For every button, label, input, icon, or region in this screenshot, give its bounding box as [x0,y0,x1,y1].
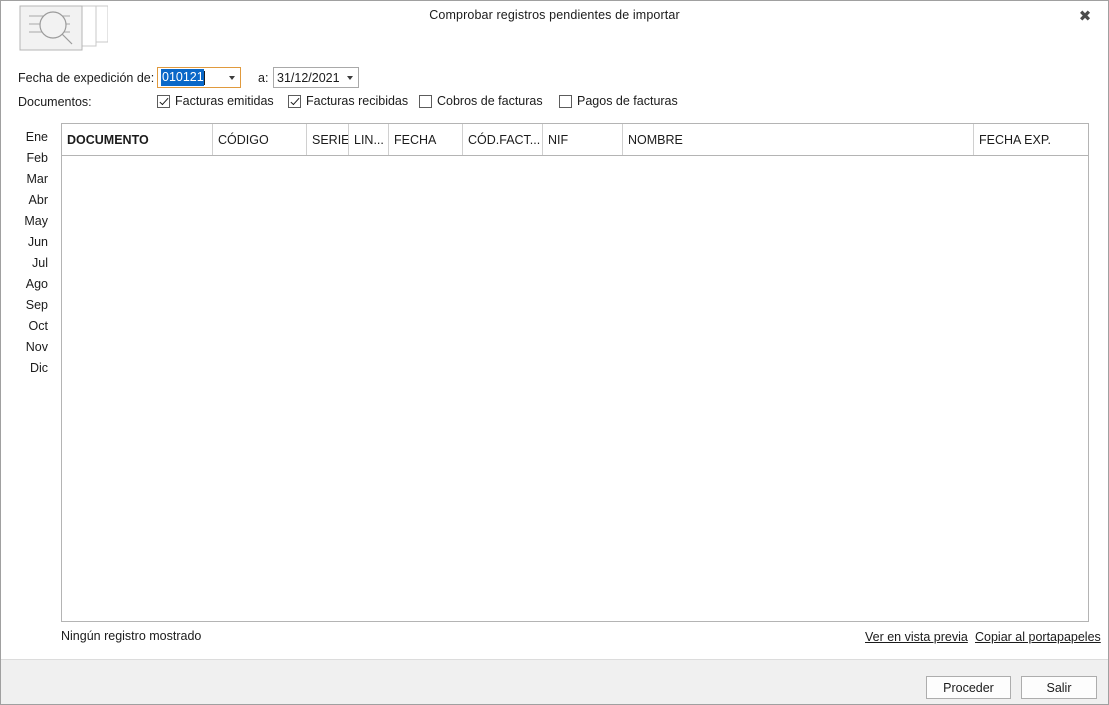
grid-column-header[interactable]: NOMBRE [623,124,974,155]
month-item-dic[interactable]: Dic [11,358,53,379]
checkbox-cobros-de-facturas[interactable]: Cobros de facturas [419,94,543,108]
month-item-sep[interactable]: Sep [11,295,53,316]
month-item-jul[interactable]: Jul [11,253,53,274]
month-item-oct[interactable]: Oct [11,316,53,337]
chevron-down-icon [346,75,353,80]
text-caret [203,70,205,85]
documents-label: Documentos: [18,95,92,109]
grid-column-header[interactable]: DOCUMENTO [62,124,213,155]
month-selector[interactable]: Ene Feb Mar Abr May Jun Jul Ago Sep Oct … [11,127,53,379]
month-item-may[interactable]: May [11,211,53,232]
grid-column-header[interactable]: LIN... [349,124,389,155]
month-item-ene[interactable]: Ene [11,127,53,148]
date-to-label: a: [258,71,269,85]
grid-column-header[interactable]: CÓDIGO [213,124,307,155]
month-item-feb[interactable]: Feb [11,148,53,169]
page-title: Comprobar registros pendientes de import… [429,8,680,22]
copy-to-clipboard-link[interactable]: Copiar al portapapeles [975,630,1101,644]
grid-column-header[interactable]: FECHA [389,124,463,155]
grid-column-header[interactable]: FECHA EXP. [974,124,1088,155]
checkbox-label: Facturas recibidas [306,94,409,108]
grid-column-header[interactable]: SERIE [307,124,349,155]
checkbox-label: Cobros de facturas [437,94,543,108]
chevron-down-icon [228,75,235,80]
date-range-label: Fecha de expedición de: [18,71,155,85]
title-bar: Comprobar registros pendientes de import… [1,1,1108,59]
records-grid[interactable]: DOCUMENTO CÓDIGO SERIE LIN... FECHA CÓD.FACT.… [61,123,1089,622]
date-from-input[interactable]: 010121 [158,68,222,87]
date-to-input[interactable]: 31/12/2021 [274,68,340,87]
checkbox-box[interactable] [288,94,301,108]
grid-column-header[interactable]: CÓD.FACT... [463,124,543,155]
grid-header-row: DOCUMENTO CÓDIGO SERIE LIN... FECHA CÓD.FACT.… [62,124,1088,156]
checkbox-facturas-recibidas[interactable]: Facturas recibidas [288,94,408,108]
checkbox-label: Pagos de facturas [577,94,678,108]
month-item-ago[interactable]: Ago [11,274,53,295]
checkbox-box[interactable] [559,94,572,108]
month-item-jun[interactable]: Jun [11,232,53,253]
close-button[interactable]: ✖ [1062,1,1108,31]
grid-body[interactable] [62,156,1088,621]
proceed-button[interactable]: Proceder [926,676,1011,699]
checkbox-label: Facturas emitidas [175,94,274,108]
month-item-abr[interactable]: Abr [11,190,53,211]
date-to-combo[interactable]: 31/12/2021 [273,67,359,88]
checkbox-box[interactable] [157,94,170,108]
checkbox-pagos-de-facturas[interactable]: Pagos de facturas [559,94,678,108]
date-from-value: 010121 [161,69,204,86]
exit-button[interactable]: Salir [1021,676,1097,699]
date-from-combo[interactable]: 010121 [157,67,241,88]
checkbox-facturas-emitidas[interactable]: Facturas emitidas [157,94,274,108]
dialog-footer: Proceder Salir [1,659,1108,704]
date-from-dropdown-button[interactable] [222,68,240,87]
month-item-nov[interactable]: Nov [11,337,53,358]
close-icon: ✖ [1078,6,1092,25]
preview-link[interactable]: Ver en vista previa [865,630,968,644]
month-item-mar[interactable]: Mar [11,169,53,190]
checkbox-box[interactable] [419,94,432,108]
status-text: Ningún registro mostrado [61,629,202,643]
grid-column-header[interactable]: NIF [543,124,623,155]
date-to-dropdown-button[interactable] [340,68,358,87]
